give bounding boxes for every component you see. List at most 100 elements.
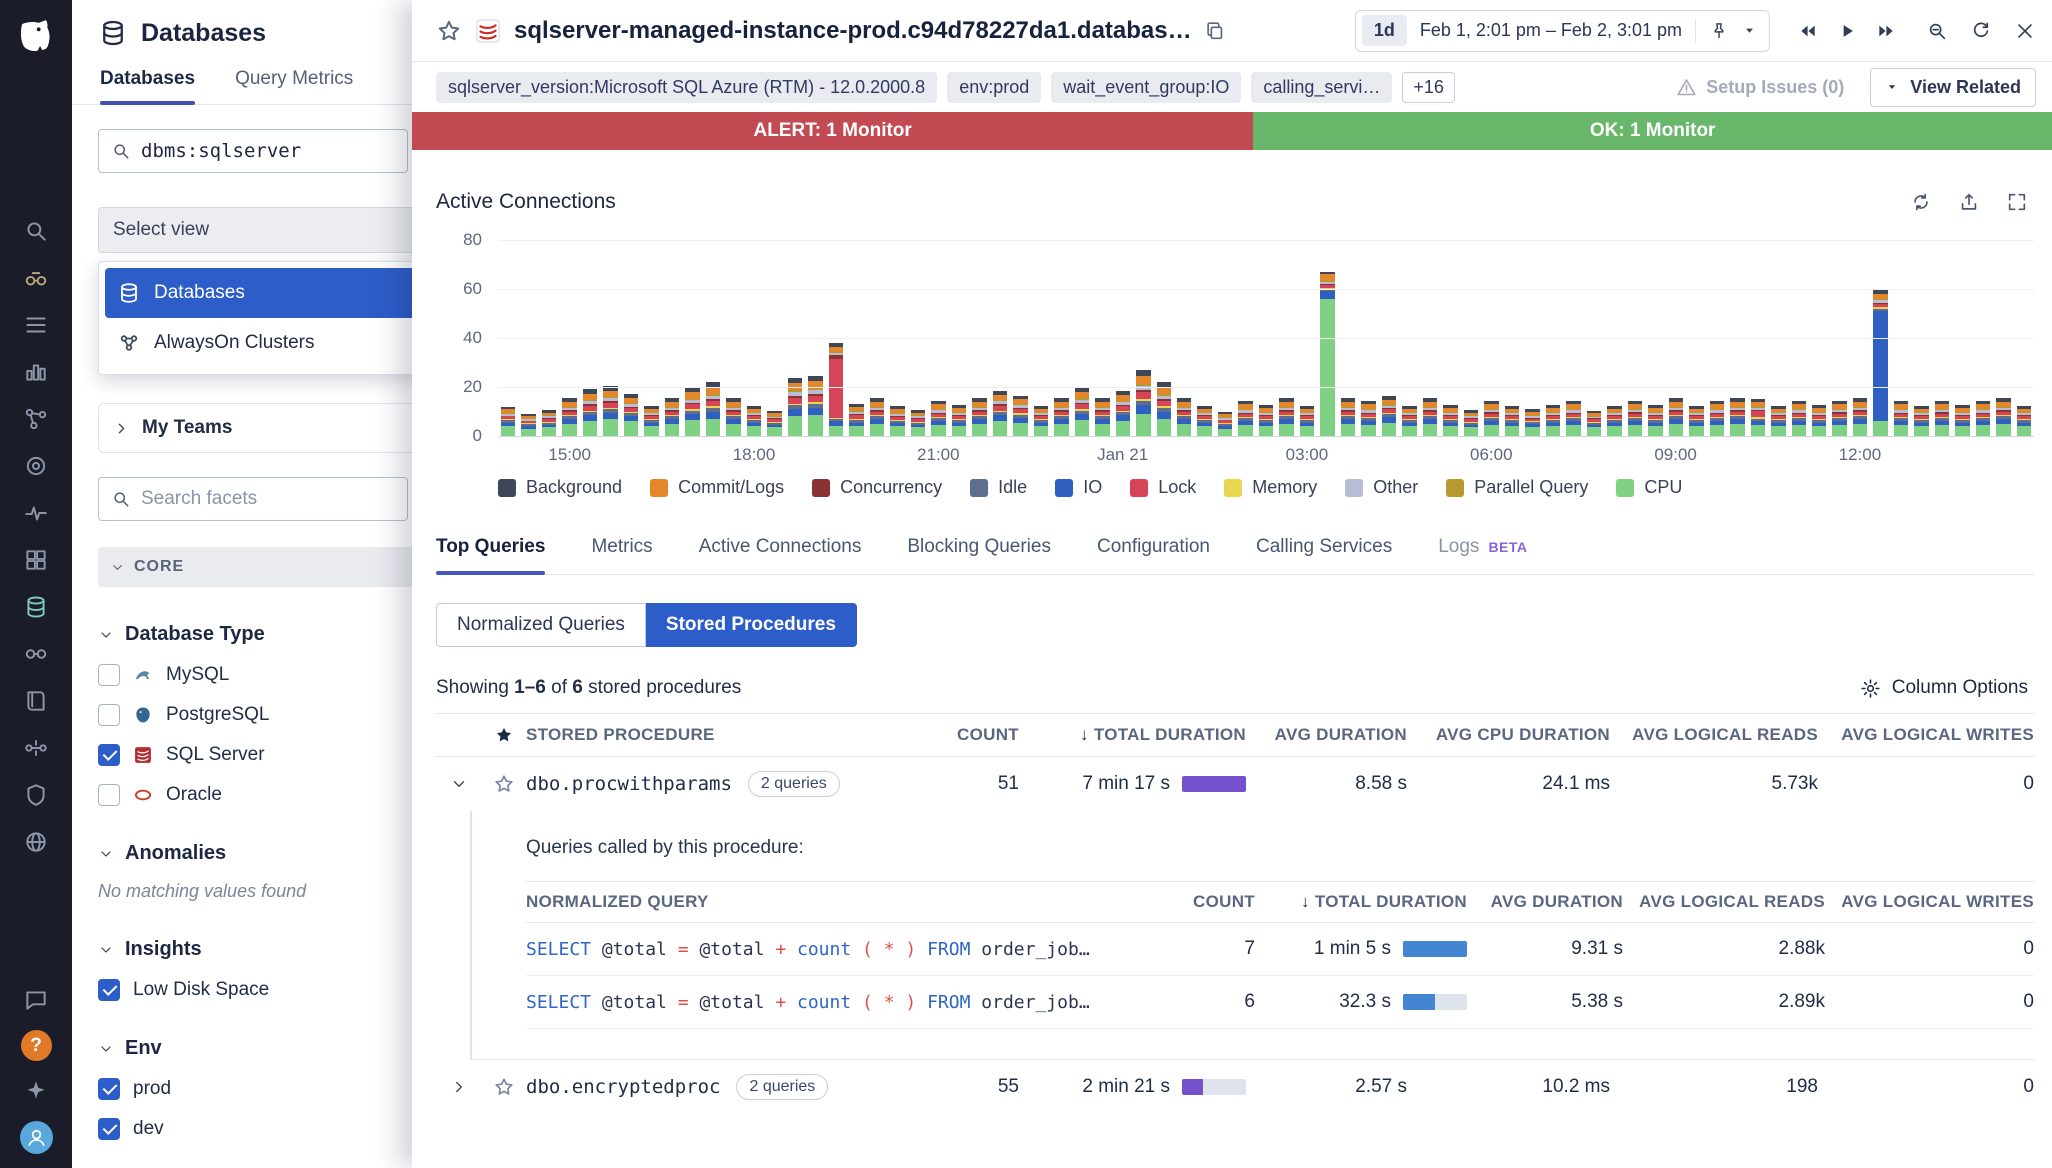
- checkbox-postgresql[interactable]: [98, 704, 120, 726]
- checkbox-dev[interactable]: [98, 1118, 120, 1140]
- service-map-icon[interactable]: [23, 641, 49, 667]
- facet-header-insights[interactable]: Insights: [98, 938, 424, 961]
- legend-item-concurrency[interactable]: Concurrency: [812, 477, 942, 498]
- play-icon[interactable]: [1837, 21, 1857, 41]
- facet-item-mysql[interactable]: MySQL: [98, 664, 424, 686]
- legend-item-background[interactable]: Background: [498, 477, 622, 498]
- select-view-dropdown[interactable]: Select view: [98, 207, 422, 253]
- more-tags-pill[interactable]: +16: [1402, 72, 1455, 103]
- row-star-button[interactable]: [482, 1076, 526, 1098]
- checkbox-prod[interactable]: [98, 1078, 120, 1100]
- help-icon[interactable]: ?: [21, 1030, 52, 1061]
- view-option-alwayson-clusters[interactable]: AlwaysOn Clusters: [105, 318, 415, 368]
- tag-pill[interactable]: calling_servi…: [1251, 72, 1392, 103]
- column-header-stored-procedure[interactable]: STORED PROCEDURE: [526, 725, 899, 745]
- security-icon[interactable]: [23, 782, 49, 808]
- normalized-queries-button[interactable]: Normalized Queries: [436, 603, 646, 647]
- zoom-out-icon[interactable]: [1926, 20, 1948, 42]
- tag-pill[interactable]: sqlserver_version:Microsoft SQL Azure (R…: [436, 72, 937, 103]
- facet-item-low-disk-space[interactable]: Low Disk Space: [98, 979, 424, 1001]
- sub-column-header-avg-logical-writes[interactable]: AVG LOGICAL WRITES: [1825, 892, 2034, 912]
- user-avatar[interactable]: [20, 1121, 53, 1154]
- panel-tab-query-metrics[interactable]: Query Metrics: [235, 68, 353, 104]
- table-row-dbo-encryptedproc[interactable]: dbo.encryptedproc2 queries552 min 21 s2.…: [436, 1060, 2034, 1114]
- search-icon[interactable]: [23, 218, 49, 244]
- support-chat-icon[interactable]: [23, 987, 49, 1013]
- setup-issues-button[interactable]: Setup Issues (0): [1676, 77, 1844, 98]
- facet-item-prod[interactable]: prod: [98, 1078, 424, 1100]
- integrations-icon[interactable]: [23, 547, 49, 573]
- panel-tab-databases[interactable]: Databases: [100, 68, 195, 104]
- checkbox-mysql[interactable]: [98, 664, 120, 686]
- logs-icon[interactable]: [23, 688, 49, 714]
- legend-item-memory[interactable]: Memory: [1224, 477, 1317, 498]
- fullscreen-icon[interactable]: [2006, 191, 2028, 213]
- sync-zoom-icon[interactable]: [1910, 191, 1932, 213]
- facet-item-oracle[interactable]: Oracle: [98, 784, 424, 806]
- legend-item-parallel_query[interactable]: Parallel Query: [1446, 477, 1588, 498]
- legend-item-other[interactable]: Other: [1345, 477, 1418, 498]
- sub-column-header-avg-logical-reads[interactable]: AVG LOGICAL READS: [1623, 892, 1825, 912]
- search-input[interactable]: dbms:sqlserver: [98, 129, 408, 173]
- expand-row-button[interactable]: [436, 1078, 482, 1096]
- view-option-databases[interactable]: Databases: [105, 268, 415, 318]
- my-teams-toggle[interactable]: My Teams: [98, 403, 422, 453]
- ci-pipelines-icon[interactable]: [23, 735, 49, 761]
- stored-procedures-button[interactable]: Stored Procedures: [646, 603, 857, 647]
- checkbox-low-disk-space[interactable]: [98, 979, 120, 1001]
- tag-pill[interactable]: env:prod: [947, 72, 1041, 103]
- column-options-button[interactable]: Column Options: [1860, 677, 2028, 699]
- tab-logs[interactable]: LogsBETA: [1438, 536, 1527, 574]
- collapse-row-button[interactable]: [436, 775, 482, 793]
- rum-icon[interactable]: [23, 829, 49, 855]
- facet-header-database-type[interactable]: Database Type: [98, 623, 424, 646]
- column-header-avg-duration[interactable]: AVG DURATION: [1246, 725, 1407, 745]
- sub-column-header-normalized-query[interactable]: NORMALIZED QUERY: [526, 892, 1145, 912]
- view-related-button[interactable]: View Related: [1870, 68, 2036, 107]
- synthetics-icon[interactable]: [23, 500, 49, 526]
- tag-pill[interactable]: wait_event_group:IO: [1051, 72, 1241, 103]
- refresh-icon[interactable]: [1970, 20, 1992, 42]
- watchdog-icon[interactable]: [23, 265, 49, 291]
- monitors-icon[interactable]: [23, 453, 49, 479]
- checkbox-sql-server[interactable]: [98, 744, 120, 766]
- legend-item-io[interactable]: IO: [1055, 477, 1102, 498]
- tab-metrics[interactable]: Metrics: [591, 536, 652, 574]
- facet-header-env[interactable]: Env: [98, 1037, 424, 1060]
- facet-search-input[interactable]: Search facets: [98, 477, 408, 521]
- column-header-avg-cpu-duration[interactable]: AVG CPU DURATION: [1407, 725, 1610, 745]
- legend-item-commit_logs[interactable]: Commit/Logs: [650, 477, 784, 498]
- legend-item-idle[interactable]: Idle: [970, 477, 1027, 498]
- sub-column-header-total-duration[interactable]: ↓TOTAL DURATION: [1255, 892, 1467, 912]
- alert-monitor-banner[interactable]: ALERT: 1 Monitor: [412, 112, 1253, 150]
- called-query-row[interactable]: SELECT @total = @total + count ( * ) FRO…: [526, 976, 2034, 1029]
- queries-badge[interactable]: 2 queries: [748, 771, 840, 797]
- time-range-picker[interactable]: 1d Feb 1, 2:01 pm – Feb 2, 3:01 pm: [1355, 10, 1770, 52]
- databases-icon[interactable]: [23, 594, 49, 620]
- export-icon[interactable]: [1958, 191, 1980, 213]
- facet-header-anomalies[interactable]: Anomalies: [98, 842, 424, 865]
- rewind-icon[interactable]: [1798, 21, 1818, 41]
- apm-icon[interactable]: [23, 406, 49, 432]
- called-query-row[interactable]: SELECT @total = @total + count ( * ) FRO…: [526, 923, 2034, 976]
- time-preset-chip[interactable]: 1d: [1362, 15, 1407, 46]
- whats-new-icon[interactable]: [23, 1078, 49, 1104]
- sub-column-header-count[interactable]: COUNT: [1145, 892, 1255, 912]
- column-header-avg-logical-writes[interactable]: AVG LOGICAL WRITES: [1818, 725, 2034, 745]
- checkbox-oracle[interactable]: [98, 784, 120, 806]
- legend-item-cpu[interactable]: CPU: [1616, 477, 1682, 498]
- table-row-dbo-procwithparams[interactable]: dbo.procwithparams2 queries517 min 17 s8…: [436, 757, 2034, 811]
- caret-down-icon[interactable]: [1742, 23, 1757, 38]
- tab-blocking-queries[interactable]: Blocking Queries: [907, 536, 1051, 574]
- facet-item-sql-server[interactable]: SQL Server: [98, 744, 424, 766]
- column-header-avg-logical-reads[interactable]: AVG LOGICAL READS: [1610, 725, 1818, 745]
- fast-forward-icon[interactable]: [1876, 21, 1896, 41]
- tab-calling-services[interactable]: Calling Services: [1256, 536, 1392, 574]
- chart-plot-area[interactable]: [498, 240, 2034, 437]
- dashboards-icon[interactable]: [23, 312, 49, 338]
- favorite-star-button[interactable]: [436, 18, 462, 44]
- metrics-icon[interactable]: [23, 359, 49, 385]
- tab-top-queries[interactable]: Top Queries: [436, 536, 545, 574]
- queries-badge[interactable]: 2 queries: [736, 1074, 828, 1100]
- sub-column-header-avg-duration[interactable]: AVG DURATION: [1467, 892, 1623, 912]
